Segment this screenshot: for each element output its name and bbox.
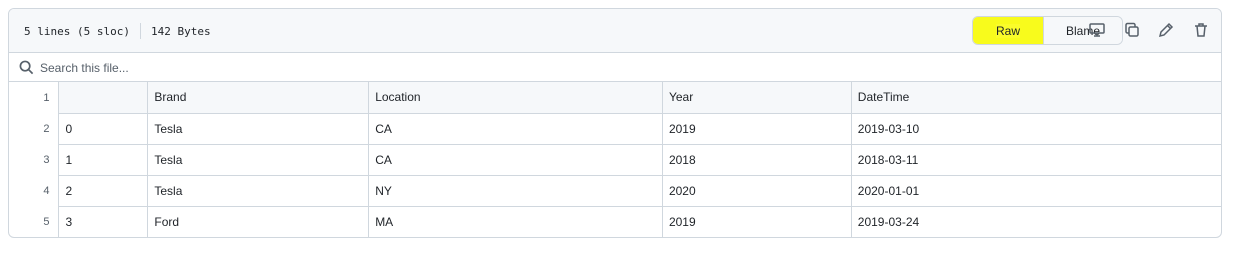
table-row: 2 0 Tesla CA 2019 2019-03-10 [9,112,1221,145]
table-cell: 2019 [661,205,852,237]
file-header: 5 lines (5 sloc) 142 Bytes Raw Blame [9,9,1221,53]
table-cell: 2019-03-24 [850,205,1221,237]
file-size: 142 Bytes [150,24,211,38]
table-cell: CA [368,143,663,176]
table-header-row: 1 Brand Location Year DateTime [9,82,1221,114]
table-cell: 1 [58,143,149,176]
table-cell: 3 [58,205,149,237]
table-cell: Tesla [147,143,370,176]
table-cell: 2020-01-01 [850,174,1221,207]
table-cell: 2018 [661,143,852,176]
file-info: 5 lines (5 sloc) 142 Bytes [24,23,211,39]
header-cell: Brand [147,82,370,114]
file-search-bar[interactable]: Search this file... [9,53,1221,82]
table-cell: 2 [58,174,149,207]
table-cell: CA [368,112,663,145]
trash-icon[interactable] [1192,21,1210,39]
table-cell: NY [368,174,663,207]
file-view-panel: 5 lines (5 sloc) 142 Bytes Raw Blame Sea… [8,8,1222,238]
table-cell: 2020 [661,174,852,207]
table-row: 3 1 Tesla CA 2018 2018-03-11 [9,143,1221,176]
line-number[interactable]: 1 [9,82,60,113]
header-cell: Year [661,82,852,114]
table-cell: Tesla [147,174,370,207]
table-cell: 2018-03-11 [850,143,1221,176]
line-number[interactable]: 4 [9,175,60,206]
line-count: 5 lines (5 sloc) [24,24,130,38]
table-cell: MA [368,205,663,237]
search-icon [19,60,34,75]
raw-button[interactable]: Raw [973,17,1044,44]
pencil-icon[interactable] [1157,21,1175,39]
table-cell: 0 [58,112,149,145]
divider [139,23,141,39]
blame-button[interactable]: Blame [1044,17,1122,44]
csv-table: 1 Brand Location Year DateTime 2 0 Tesla… [9,82,1221,237]
header-cell: DateTime [850,82,1221,114]
table-cell: 2019-03-10 [850,112,1221,145]
line-number[interactable]: 5 [9,206,60,237]
table-cell: Tesla [147,112,370,145]
table-cell: Ford [147,205,370,237]
line-number[interactable]: 2 [9,113,60,144]
table-row: 5 3 Ford MA 2019 2019-03-24 [9,205,1221,237]
search-input[interactable]: Search this file... [40,61,129,75]
line-number[interactable]: 3 [9,144,60,175]
header-cell [58,82,149,114]
raw-button-label: Raw [995,23,1020,38]
display-icon[interactable] [1088,21,1106,39]
copy-icon[interactable] [1123,21,1141,39]
table-cell: 2019 [661,112,852,145]
header-cell: Location [368,82,663,114]
table-row: 4 2 Tesla NY 2020 2020-01-01 [9,174,1221,207]
